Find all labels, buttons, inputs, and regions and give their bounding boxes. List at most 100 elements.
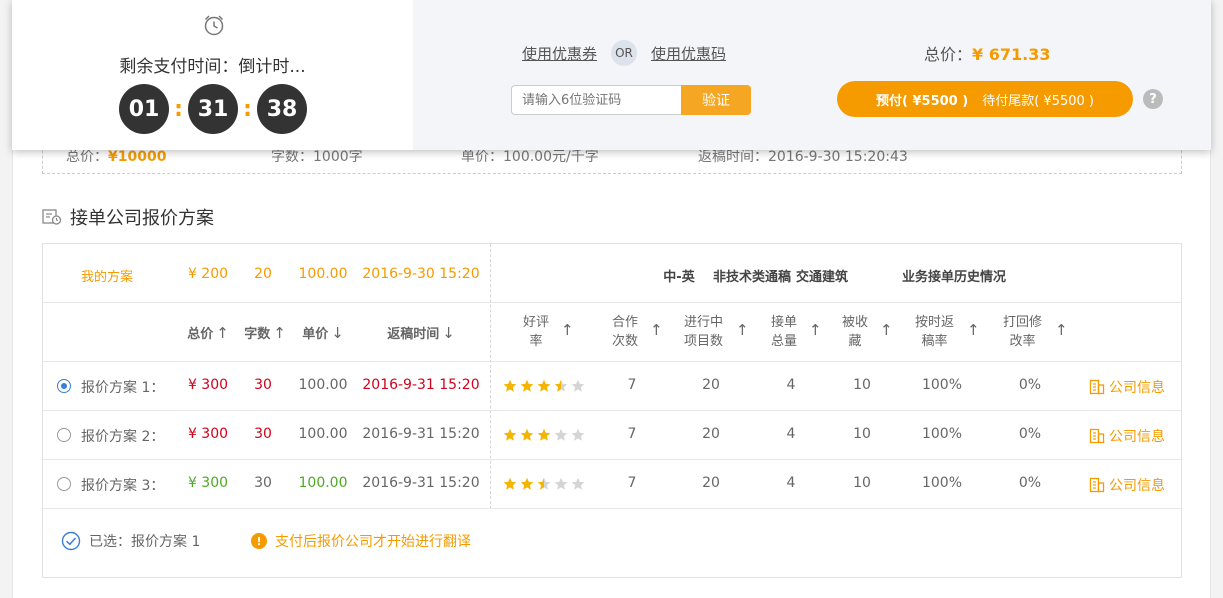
use-coupon-link[interactable]: 使用优惠券 bbox=[522, 43, 597, 64]
plan-radio[interactable] bbox=[57, 477, 71, 491]
selected-summary: 已选：报价方案 1 bbox=[61, 531, 200, 551]
plan-ongoing: 20 bbox=[702, 426, 720, 442]
plan-words: 30 bbox=[254, 426, 272, 442]
star-full-icon bbox=[537, 379, 551, 392]
use-promo-code-link[interactable]: 使用优惠码 bbox=[651, 43, 726, 64]
my-plan-row: 我的方案 ¥ 200 20 100.00 2016-9-30 15:20 中-英… bbox=[43, 244, 1181, 303]
tag-category: 非技术类通稿 bbox=[712, 270, 792, 285]
header-ontime-arrow[interactable]: ↑ bbox=[967, 321, 980, 339]
star-half-icon bbox=[537, 477, 551, 490]
plan-favorites: 10 bbox=[853, 426, 871, 442]
plan-ongoing: 20 bbox=[702, 377, 720, 393]
timer-separator: : bbox=[243, 96, 252, 122]
star-full-icon bbox=[520, 428, 534, 441]
plan-ongoing: 20 bbox=[702, 475, 720, 491]
prepay-button[interactable]: 预付( ¥5500 ) 待付尾款( ¥5500 ) bbox=[837, 81, 1133, 117]
header-ongoing[interactable]: 进行中 项目数 bbox=[684, 313, 723, 351]
header-favorites[interactable]: 被收藏 bbox=[842, 313, 868, 351]
selected-text: 已选：报价方案 1 bbox=[89, 534, 201, 550]
timer-minutes: 31 bbox=[188, 84, 238, 134]
header-orders-arrow[interactable]: ↑ bbox=[809, 321, 822, 339]
timer-separator: : bbox=[174, 96, 183, 122]
section-title: 接单公司报价方案 bbox=[42, 204, 214, 230]
company-building-icon bbox=[1089, 477, 1105, 493]
header-rework[interactable]: 打回修 改率 bbox=[1003, 313, 1042, 351]
header-coop-arrow[interactable]: ↑ bbox=[650, 321, 663, 339]
table-row[interactable]: 报价方案 3： ¥ 300 30 100.00 2016-9-31 15:20 … bbox=[43, 460, 1181, 509]
company-info-label[interactable]: 公司信息 bbox=[1109, 377, 1165, 397]
plan-radio[interactable] bbox=[57, 379, 71, 393]
header-ongoing-arrow[interactable]: ↑ bbox=[736, 321, 749, 339]
tag-domain: 交通建筑 bbox=[795, 270, 849, 285]
header-rating-arrow[interactable]: ↑ bbox=[561, 321, 574, 339]
star-empty-icon bbox=[554, 477, 568, 490]
plan-total: ¥ 300 bbox=[187, 475, 229, 491]
payment-panel: 剩余支付时间：倒计时... 01 : 31 : 38 使用优惠券 OR 使用优惠… bbox=[12, 0, 1211, 150]
plan-rework: 0% bbox=[1018, 475, 1042, 491]
header-words[interactable]: 字数 ↑ bbox=[244, 323, 286, 342]
header-rating[interactable]: 好评率 bbox=[523, 313, 549, 351]
plan-ontime: 100% bbox=[921, 377, 963, 393]
company-info-link[interactable]: 公司信息 bbox=[1089, 475, 1165, 495]
plan-radio[interactable] bbox=[57, 428, 71, 442]
header-coop[interactable]: 合作 次数 bbox=[612, 313, 638, 351]
my-plan-unit-price: 100.00 bbox=[298, 266, 348, 282]
check-circle-icon bbox=[61, 531, 81, 551]
table-row[interactable]: 报价方案 1： ¥ 300 30 100.00 2016-9-31 15:20 … bbox=[43, 362, 1181, 411]
table-row[interactable]: 报价方案 2： ¥ 300 30 100.00 2016-9-31 15:20 … bbox=[43, 411, 1181, 460]
rating-stars bbox=[503, 428, 585, 442]
plan-time: 2016-9-31 15:20 bbox=[362, 426, 480, 442]
discount-payment-panel: 使用优惠券 OR 使用优惠码 验证 总价：¥ 671.33 预付( ¥5500 … bbox=[413, 0, 1211, 150]
promo-code-input[interactable] bbox=[511, 85, 683, 115]
help-icon[interactable]: ? bbox=[1143, 89, 1163, 109]
plan-unit-price: 100.00 bbox=[298, 426, 348, 442]
company-building-icon bbox=[1089, 428, 1105, 444]
my-plan-label: 我的方案 bbox=[81, 270, 134, 285]
plan-coop: 7 bbox=[627, 426, 637, 442]
plan-unit-price: 100.00 bbox=[298, 475, 348, 491]
plan-ontime: 100% bbox=[921, 475, 963, 491]
star-full-icon bbox=[520, 477, 534, 490]
plan-favorites: 10 bbox=[853, 377, 871, 393]
star-full-icon bbox=[503, 428, 517, 441]
company-info-label[interactable]: 公司信息 bbox=[1109, 426, 1165, 446]
my-plan-words: 20 bbox=[254, 266, 272, 282]
star-empty-icon bbox=[571, 428, 585, 441]
header-unit-price[interactable]: 单价 ↓ bbox=[302, 323, 344, 342]
timer-hours: 01 bbox=[119, 84, 169, 134]
tag-language: 中-英 bbox=[663, 270, 695, 285]
countdown-panel: 剩余支付时间：倒计时... 01 : 31 : 38 bbox=[12, 0, 413, 150]
plan-favorites: 10 bbox=[853, 475, 871, 491]
plan-time: 2016-9-31 15:20 bbox=[362, 475, 480, 491]
or-badge: OR bbox=[611, 40, 638, 66]
timer-seconds: 38 bbox=[257, 84, 307, 134]
star-full-icon bbox=[520, 379, 534, 392]
plan-rework: 0% bbox=[1018, 426, 1042, 442]
header-favorites-arrow[interactable]: ↑ bbox=[880, 321, 893, 339]
plan-coop: 7 bbox=[627, 475, 637, 491]
header-ontime[interactable]: 按时返 稿率 bbox=[915, 313, 954, 351]
company-building-icon bbox=[1089, 379, 1105, 395]
plan-orders: 4 bbox=[786, 377, 796, 393]
plan-words: 30 bbox=[254, 377, 272, 393]
header-orders[interactable]: 接单 总量 bbox=[771, 313, 797, 351]
plan-total: ¥ 300 bbox=[187, 426, 229, 442]
star-half-icon bbox=[554, 379, 568, 392]
header-total[interactable]: 总价 ↑ bbox=[187, 323, 229, 342]
header-return-time[interactable]: 返稿时间 ↓ bbox=[387, 323, 455, 342]
plan-total: ¥ 300 bbox=[187, 377, 229, 393]
star-full-icon bbox=[503, 477, 517, 490]
company-info-link[interactable]: 公司信息 bbox=[1089, 377, 1165, 397]
rating-stars bbox=[503, 477, 585, 491]
plan-words: 30 bbox=[254, 475, 272, 491]
company-info-label[interactable]: 公司信息 bbox=[1109, 475, 1165, 495]
plan-unit-price: 100.00 bbox=[298, 377, 348, 393]
history-label: 业务接单历史情况 bbox=[901, 270, 1007, 285]
header-rework-arrow[interactable]: ↑ bbox=[1055, 321, 1068, 339]
plan-time: 2016-9-31 15:20 bbox=[362, 377, 480, 393]
company-info-link[interactable]: 公司信息 bbox=[1089, 426, 1165, 446]
plan-orders: 4 bbox=[786, 475, 796, 491]
star-full-icon bbox=[503, 379, 517, 392]
plan-label: 报价方案 2： bbox=[81, 429, 165, 445]
verify-button[interactable]: 验证 bbox=[681, 85, 751, 115]
